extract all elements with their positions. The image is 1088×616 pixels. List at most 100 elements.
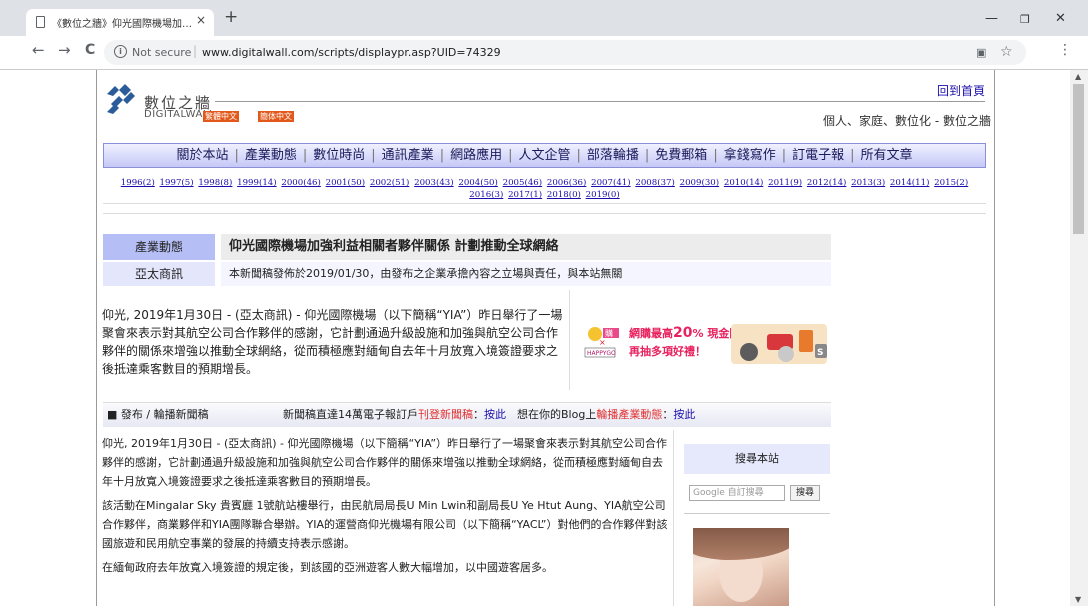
nav-item-industry[interactable]: 產業動態 xyxy=(245,148,297,163)
scrollbar[interactable]: ▲ ▼ xyxy=(1070,70,1088,606)
lang-traditional-button[interactable]: 繁體中文 xyxy=(203,111,239,122)
divider xyxy=(103,213,986,214)
nav-separator: | xyxy=(302,148,308,163)
year-link[interactable]: 2005(46) xyxy=(503,178,543,188)
year-link[interactable]: 2010(14) xyxy=(724,178,764,188)
year-link[interactable]: 2002(51) xyxy=(370,178,410,188)
scroll-up-icon[interactable]: ▲ xyxy=(1075,72,1081,81)
ad-brand-line1: 購 xyxy=(605,328,613,338)
nav-item-about[interactable]: 關於本站 xyxy=(176,148,228,163)
nav-item-all[interactable]: 所有文章 xyxy=(861,148,913,163)
page-icon xyxy=(36,16,45,28)
star-icon[interactable]: ☆ xyxy=(1000,44,1013,60)
logo-icon xyxy=(107,84,135,114)
year-link[interactable]: 2009(30) xyxy=(680,178,720,188)
sidebar-ad-photo[interactable] xyxy=(693,528,789,606)
release-link-post[interactable]: 刊登新聞稿 xyxy=(418,408,473,421)
info-icon[interactable]: i xyxy=(114,45,127,58)
nav-item-write[interactable]: 拿錢寫作 xyxy=(724,148,776,163)
year-link[interactable]: 2013(3) xyxy=(851,178,885,188)
main-nav: 關於本站 | 產業動態 | 數位時尚 | 通訊產業 | 網路應用 | 人文企管 | 部落輪播 | 免費郵箱 |… xyxy=(103,143,986,168)
forward-icon[interactable]: → xyxy=(58,43,71,58)
nav-separator: | xyxy=(576,148,581,163)
close-icon[interactable]: ✕ xyxy=(1055,11,1066,26)
release-link-rotate[interactable]: 輪播產業動態 xyxy=(596,408,662,421)
divider xyxy=(569,290,570,390)
svg-text:×: × xyxy=(599,338,606,347)
year-link[interactable]: 2011(9) xyxy=(768,178,802,188)
minimize-icon[interactable]: — xyxy=(985,11,998,26)
search-button[interactable]: 搜尋 xyxy=(790,485,820,501)
category-label: 產業動態 xyxy=(103,234,215,260)
nav-item-newsletter[interactable]: 訂電子報 xyxy=(792,148,844,163)
article-title: 仰光國際機場加強利益相關者夥伴關係 計劃推動全球網絡 xyxy=(221,234,831,260)
year-link[interactable]: 2006(36) xyxy=(547,178,587,188)
browser-toolbar: ← → C i Not secure | www.digitalwall.com… xyxy=(0,36,1088,70)
new-tab-button[interactable]: + xyxy=(224,9,238,26)
nav-item-internet[interactable]: 網路應用 xyxy=(450,148,502,163)
year-link[interactable]: 2018(0) xyxy=(547,190,581,200)
nav-separator: | xyxy=(644,148,650,163)
back-icon[interactable]: ← xyxy=(32,43,45,58)
page-container: 數位之牆 DIGITALWALL 繁體中文 簡体中文 回到首頁 個人、家庭、數位… xyxy=(96,70,995,606)
nav-item-humanities[interactable]: 人文企管 xyxy=(518,148,570,163)
lang-simplified-button[interactable]: 簡体中文 xyxy=(258,111,294,122)
nav-item-mail[interactable]: 免費郵箱 xyxy=(655,148,707,163)
url-text[interactable]: www.digitalwall.com/scripts/displaypr.as… xyxy=(202,46,501,59)
year-link[interactable]: 1999(14) xyxy=(237,178,277,188)
nav-separator: | xyxy=(850,148,855,163)
article-paragraph: 仰光, 2019年1月30日 - (亞太商訊) - 仰光國際機場（以下簡稱“YI… xyxy=(102,437,668,488)
release-label: ■ 發布 / 輪播新聞稿 xyxy=(107,408,209,421)
url-separator: | xyxy=(193,44,198,58)
nav-item-fashion[interactable]: 數位時尚 xyxy=(313,148,365,163)
tab-title: 《數位之牆》仰光國際機場加強利益 xyxy=(52,19,192,30)
ad-banner[interactable]: 購 × HAPPYGO 網購最高20% 現金回饋 再抽多項好禮！ S xyxy=(581,322,829,366)
year-link[interactable]: 2004(50) xyxy=(458,178,498,188)
reload-icon[interactable]: C xyxy=(85,43,95,58)
ad-badge: S xyxy=(817,348,823,358)
nav-item-telecom[interactable]: 通訊產業 xyxy=(382,148,434,163)
year-link[interactable]: 2012(14) xyxy=(807,178,847,188)
article-body: 仰光, 2019年1月30日 - (亞太商訊) - 仰光國際機場（以下簡稱“YI… xyxy=(102,434,668,582)
address-bar[interactable]: i Not secure | www.digitalwall.com/scrip… xyxy=(104,40,1026,65)
year-link[interactable]: 2007(41) xyxy=(591,178,631,188)
year-link[interactable]: 1998(8) xyxy=(198,178,232,188)
year-link[interactable]: 1997(5) xyxy=(160,178,194,188)
menu-icon[interactable]: ⋮ xyxy=(1058,42,1072,58)
tab-close-icon[interactable]: × xyxy=(196,13,206,27)
scroll-down-icon[interactable]: ▼ xyxy=(1075,595,1081,604)
tab-strip: 《數位之牆》仰光國際機場加強利益 × + — ❐ ✕ xyxy=(0,0,1088,36)
release-bar: ■ 發布 / 輪播新聞稿 新聞稿直達14萬電子報訂戶刊登新聞稿：按此 想在你的B… xyxy=(103,402,831,427)
browser-tab[interactable]: 《數位之牆》仰光國際機場加強利益 × xyxy=(26,9,214,36)
site-tagline: 個人、家庭、數位化 - 數位之牆 xyxy=(823,114,991,128)
year-link[interactable]: 2008(37) xyxy=(635,178,675,188)
page-viewport: 數位之牆 DIGITALWALL 繁體中文 簡体中文 回到首頁 個人、家庭、數位… xyxy=(0,70,1070,606)
home-link[interactable]: 回到首頁 xyxy=(937,82,985,99)
divider xyxy=(673,430,674,606)
article-summary: 仰光, 2019年1月30日 - (亞太商訊) - 仰光國際機場（以下簡稱“YI… xyxy=(102,308,563,376)
nav-item-blog[interactable]: 部落輪播 xyxy=(587,148,639,163)
nav-separator: | xyxy=(371,148,376,163)
year-link[interactable]: 2016(3) xyxy=(469,190,503,200)
disclaimer-text: 本新聞稿發佈於2019/01/30，由發布之企業承擔內容之立場與責任，與本站無關 xyxy=(221,262,831,286)
year-link[interactable]: 2015(2) xyxy=(934,178,968,188)
divider xyxy=(103,203,986,204)
year-link[interactable]: 2014(11) xyxy=(890,178,930,188)
year-link[interactable]: 2000(46) xyxy=(281,178,321,188)
nav-separator: | xyxy=(713,148,718,163)
year-link[interactable]: 1996(2) xyxy=(121,178,155,188)
year-link[interactable]: 2017(1) xyxy=(508,190,542,200)
translate-icon[interactable]: ▣ xyxy=(976,46,986,59)
release-link-click-2[interactable]: 按此 xyxy=(673,408,695,421)
sidebar-search-title: 搜尋本站 xyxy=(684,444,830,474)
ad-brand-line2: HAPPYGO xyxy=(587,350,616,357)
release-link-click-1[interactable]: 按此 xyxy=(484,408,506,421)
year-link[interactable]: 2001(50) xyxy=(326,178,366,188)
year-link[interactable]: 2019(0) xyxy=(586,190,620,200)
search-input[interactable]: Google 自訂搜尋 xyxy=(689,485,785,501)
nav-separator: | xyxy=(781,148,787,163)
scroll-thumb[interactable] xyxy=(1073,84,1084,234)
maximize-icon[interactable]: ❐ xyxy=(1020,13,1030,26)
year-link[interactable]: 2003(43) xyxy=(414,178,454,188)
divider xyxy=(684,513,830,514)
